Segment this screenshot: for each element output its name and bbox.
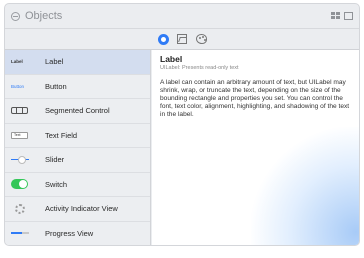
list-item-segmented-control[interactable]: Segmented Control [5, 99, 150, 124]
circle-arrow-icon[interactable] [11, 11, 20, 21]
list-item-name: Label [45, 57, 64, 67]
palette-icon [195, 34, 207, 44]
list-item-activity-indicator[interactable]: Activity Indicator View [5, 197, 150, 222]
label-thumbnail-text: Label [11, 59, 23, 65]
tab-media[interactable] [176, 33, 188, 45]
list-item-name: Slider [45, 155, 65, 165]
detail-subtitle: UILabel: Presents read-only text [160, 65, 239, 71]
text-field-thumbnail: Text [11, 129, 33, 141]
list-item-slider[interactable]: Slider [5, 148, 150, 173]
detail-description: A label can contain an arbitrary amount … [160, 79, 350, 118]
object-library-panel: Objects Label Label Button Button Segmen… [4, 3, 360, 246]
list-item-button[interactable]: Button Button [5, 75, 150, 99]
tab-objects[interactable] [157, 33, 169, 45]
grid-icon[interactable] [331, 12, 340, 20]
list-item-text-field[interactable]: Text Text Field [5, 124, 150, 148]
detail-title: Label [160, 54, 183, 64]
image-icon [177, 34, 187, 44]
slider-thumbnail [11, 154, 33, 166]
list-item-name: Segmented Control [45, 106, 110, 116]
library-header: Objects [5, 4, 359, 28]
view-mode-controls [331, 12, 353, 20]
list-item-name: Switch [45, 179, 68, 189]
label-thumbnail: Label [11, 56, 33, 68]
objects-circle-icon [157, 33, 169, 45]
list-item-name: Text Field [45, 130, 78, 140]
object-list: Label Label Button Button Segmented Cont… [5, 50, 151, 246]
switch-thumbnail [11, 178, 33, 190]
segmented-control-thumbnail [11, 105, 33, 117]
list-item-progress-view[interactable]: Progress View [5, 222, 150, 246]
object-detail-pane: Label UILabel: Presents read-only text A… [152, 50, 359, 245]
progress-view-thumbnail [11, 227, 33, 239]
square-icon[interactable] [344, 12, 353, 20]
activity-indicator-thumbnail [11, 203, 33, 215]
list-item-name: Progress View [45, 228, 94, 238]
text-field-thumbnail-text: Text [11, 131, 28, 139]
list-item-name: Button [45, 81, 67, 91]
tab-colors[interactable] [195, 33, 207, 45]
list-item-label[interactable]: Label Label [5, 50, 150, 75]
button-thumbnail-text: Button [11, 83, 25, 89]
list-item-switch[interactable]: Switch [5, 173, 150, 197]
button-thumbnail: Button [11, 80, 33, 92]
list-item-name: Activity Indicator View [45, 204, 118, 214]
library-tab-bar [5, 29, 359, 49]
library-title: Objects [25, 10, 63, 22]
